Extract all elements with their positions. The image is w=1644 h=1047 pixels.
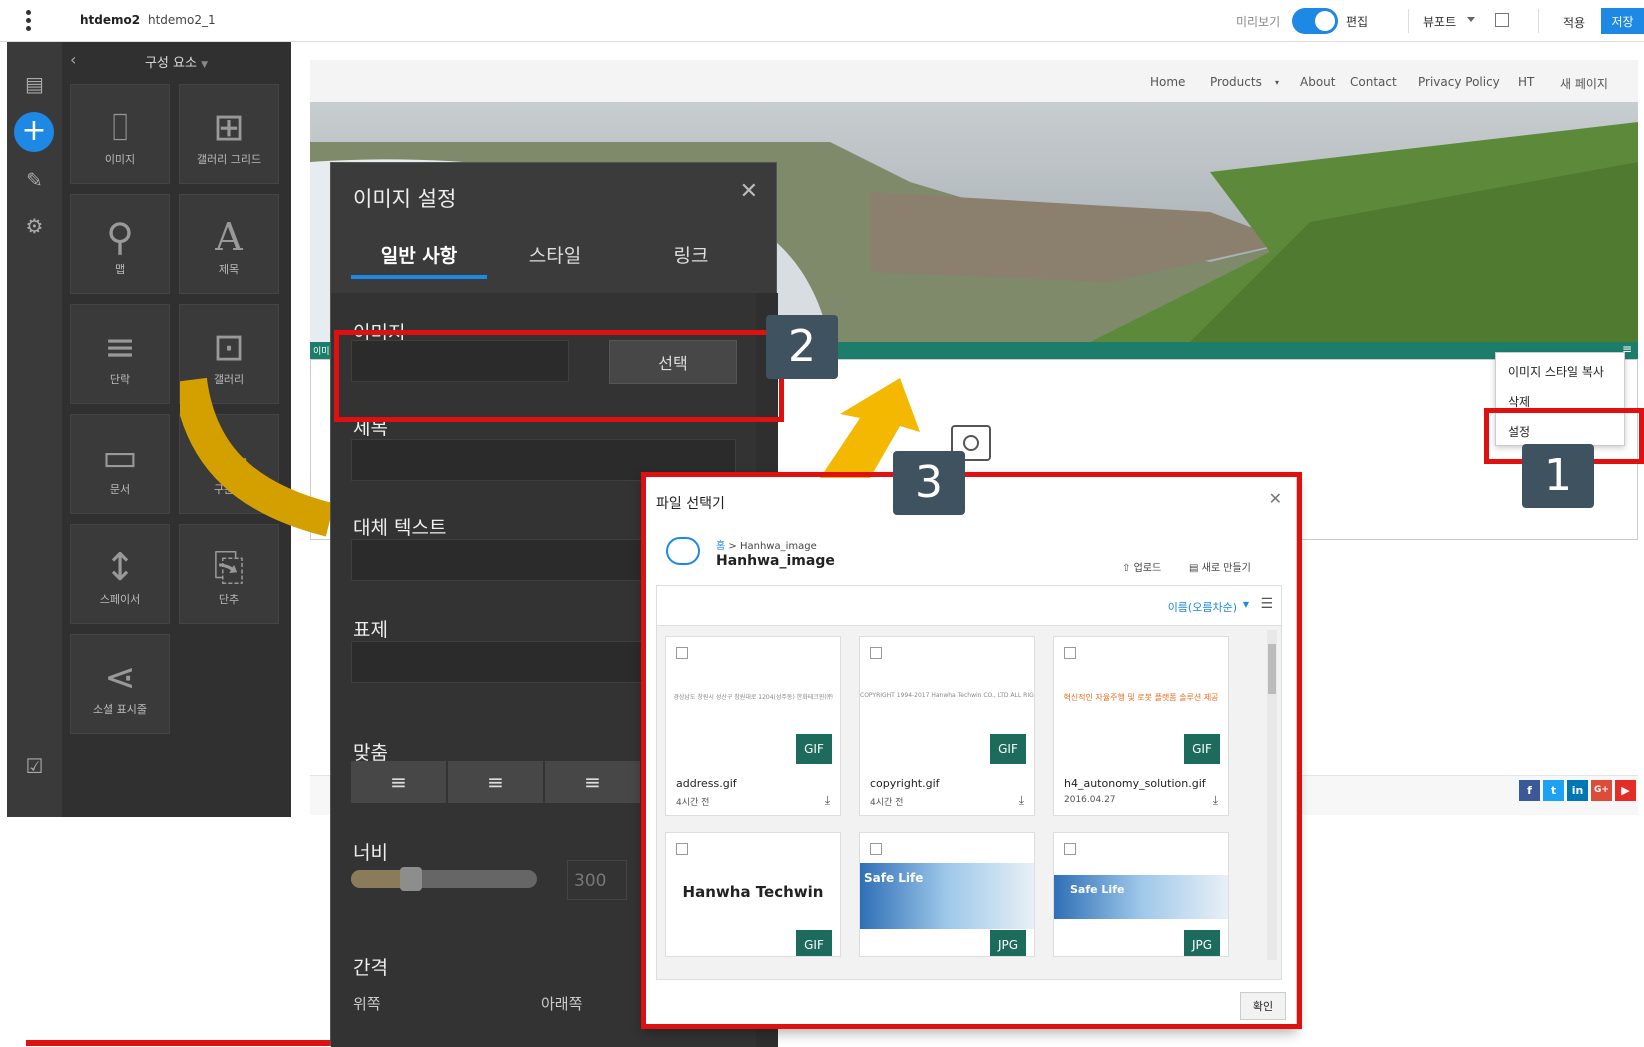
align-right-icon[interactable]: ≡ bbox=[545, 761, 641, 803]
apply-button[interactable]: 적용 bbox=[1563, 14, 1585, 31]
google-plus-icon[interactable]: G+ bbox=[1591, 780, 1612, 801]
chevron-down-icon bbox=[1467, 17, 1475, 22]
tile-label: 문서 bbox=[109, 483, 131, 496]
layout-icon[interactable]: ▤ bbox=[7, 72, 62, 96]
bottom-label: 아래쪽 bbox=[541, 995, 583, 1013]
tile-label: 이미지 bbox=[104, 153, 136, 166]
tile-gallery-grid[interactable]: ⊞ 갤러리 그리드 bbox=[179, 84, 279, 184]
viewport-dropdown[interactable]: 뷰포트 bbox=[1423, 13, 1456, 30]
save-button[interactable]: 저장 bbox=[1601, 8, 1644, 34]
tab-link[interactable]: 링크 bbox=[623, 241, 759, 268]
edit-toggle[interactable] bbox=[1292, 8, 1338, 34]
share-icon: ⋖ bbox=[104, 655, 136, 699]
tile-label: 단추 bbox=[218, 593, 240, 606]
width-slider[interactable] bbox=[351, 867, 537, 891]
panel-header[interactable]: 구성 요소 ▼ bbox=[62, 52, 291, 71]
step-badge: 3 bbox=[893, 451, 965, 515]
nav-new-page[interactable]: 새 페이지 bbox=[1560, 75, 1608, 92]
divider bbox=[1408, 9, 1409, 33]
panel-title: 구성 요소 bbox=[144, 56, 197, 71]
page-name[interactable]: htdemo2_1 bbox=[148, 13, 216, 27]
spacing-label: 간격 bbox=[353, 957, 388, 979]
grid-icon: ⊞ bbox=[213, 105, 245, 149]
width-value-input[interactable]: 300 bbox=[567, 860, 627, 900]
tile-label: 소셜 표시줄 bbox=[92, 703, 148, 716]
linkedin-icon[interactable]: in bbox=[1567, 780, 1588, 801]
highlight-box bbox=[334, 330, 784, 422]
spacer-icon: ↕ bbox=[104, 545, 136, 589]
youtube-icon[interactable]: ▶ bbox=[1615, 780, 1636, 801]
align-left-icon[interactable]: ≡ bbox=[351, 761, 447, 803]
tile-paragraph[interactable]: ≡ 단락 bbox=[70, 304, 170, 404]
button-icon: ⎘ bbox=[213, 545, 245, 589]
nav-about[interactable]: About bbox=[1300, 75, 1335, 89]
tab-style[interactable]: 스타일 bbox=[487, 241, 623, 268]
gear-icon[interactable]: ⚙ bbox=[7, 214, 62, 238]
tile-label: 갤러리 그리드 bbox=[196, 153, 262, 166]
nav-products[interactable]: Products bbox=[1210, 75, 1262, 89]
tile-label: 스페이서 bbox=[99, 593, 141, 606]
tile-document[interactable]: ▭ 문서 bbox=[70, 414, 170, 514]
image-tag: 이미 bbox=[313, 347, 330, 357]
left-icon-bar: ▤ + ✎ ⚙ ☑ bbox=[7, 42, 62, 817]
dialog-title: 이미지 설정 bbox=[353, 187, 457, 211]
caret-icon: ▾ bbox=[1275, 78, 1280, 87]
more-menu-icon[interactable] bbox=[26, 10, 34, 32]
preview-label: 미리보기 bbox=[1236, 15, 1281, 29]
letter-a-icon: A bbox=[215, 215, 243, 259]
tile-image[interactable]: ⌷ 이미지 bbox=[70, 84, 170, 184]
highlight-box bbox=[641, 472, 1302, 1029]
highlight-underline bbox=[26, 1040, 330, 1046]
tile-label: 단락 bbox=[109, 373, 131, 386]
nav-home[interactable]: Home bbox=[1150, 75, 1185, 89]
active-tab-indicator bbox=[351, 275, 487, 279]
dock-icon[interactable] bbox=[1495, 13, 1509, 27]
divider bbox=[1538, 9, 1539, 33]
tile-title[interactable]: A 제목 bbox=[179, 194, 279, 294]
nav-privacy[interactable]: Privacy Policy bbox=[1418, 75, 1500, 89]
step-badge: 1 bbox=[1522, 444, 1594, 508]
site-nav: Home Products ▾ About Contact Privacy Po… bbox=[310, 60, 1638, 102]
chevron-down-icon: ▼ bbox=[201, 60, 209, 70]
tile-spacer[interactable]: ↕ 스페이서 bbox=[70, 524, 170, 624]
tile-social-bar[interactable]: ⋖ 소셜 표시줄 bbox=[70, 634, 170, 734]
map-pin-icon: ⚲ bbox=[106, 215, 134, 259]
clipboard-check-icon[interactable]: ☑ bbox=[7, 754, 62, 778]
align-center-icon[interactable]: ≡ bbox=[448, 761, 544, 803]
close-icon[interactable]: ✕ bbox=[740, 179, 758, 204]
camera-icon: ⌷ bbox=[108, 105, 132, 149]
site-name: htdemo2 bbox=[80, 13, 141, 27]
brush-icon[interactable]: ✎ bbox=[7, 168, 62, 192]
menu-copy-style[interactable]: 이미지 스타일 복사 bbox=[1508, 363, 1604, 380]
tab-general[interactable]: 일반 사항 bbox=[351, 241, 487, 268]
nav-ht[interactable]: HT bbox=[1518, 75, 1534, 89]
width-label: 너비 bbox=[353, 842, 388, 864]
gallery-icon: ⊡ bbox=[213, 325, 245, 369]
drag-arrow-icon bbox=[180, 377, 335, 537]
add-icon[interactable]: + bbox=[14, 112, 54, 152]
tile-label: 제목 bbox=[218, 263, 240, 276]
tile-label: 맵 bbox=[114, 263, 126, 276]
nav-contact[interactable]: Contact bbox=[1350, 75, 1397, 89]
tile-map[interactable]: ⚲ 맵 bbox=[70, 194, 170, 294]
slider-handle[interactable] bbox=[400, 867, 422, 891]
top-label: 위쪽 bbox=[353, 995, 381, 1013]
document-icon: ▭ bbox=[102, 435, 138, 479]
top-toolbar: htdemo2 htdemo2_1 미리보기 편집 뷰포트 적용 저장 bbox=[0, 0, 1644, 42]
alt-text-label: 대체 텍스트 bbox=[353, 517, 447, 539]
edit-label: 편집 bbox=[1346, 15, 1369, 29]
caption-label: 표제 bbox=[353, 619, 388, 641]
step-badge: 2 bbox=[766, 315, 838, 379]
twitter-icon[interactable]: t bbox=[1543, 780, 1564, 801]
facebook-icon[interactable]: f bbox=[1519, 780, 1540, 801]
paragraph-icon: ≡ bbox=[104, 325, 136, 369]
